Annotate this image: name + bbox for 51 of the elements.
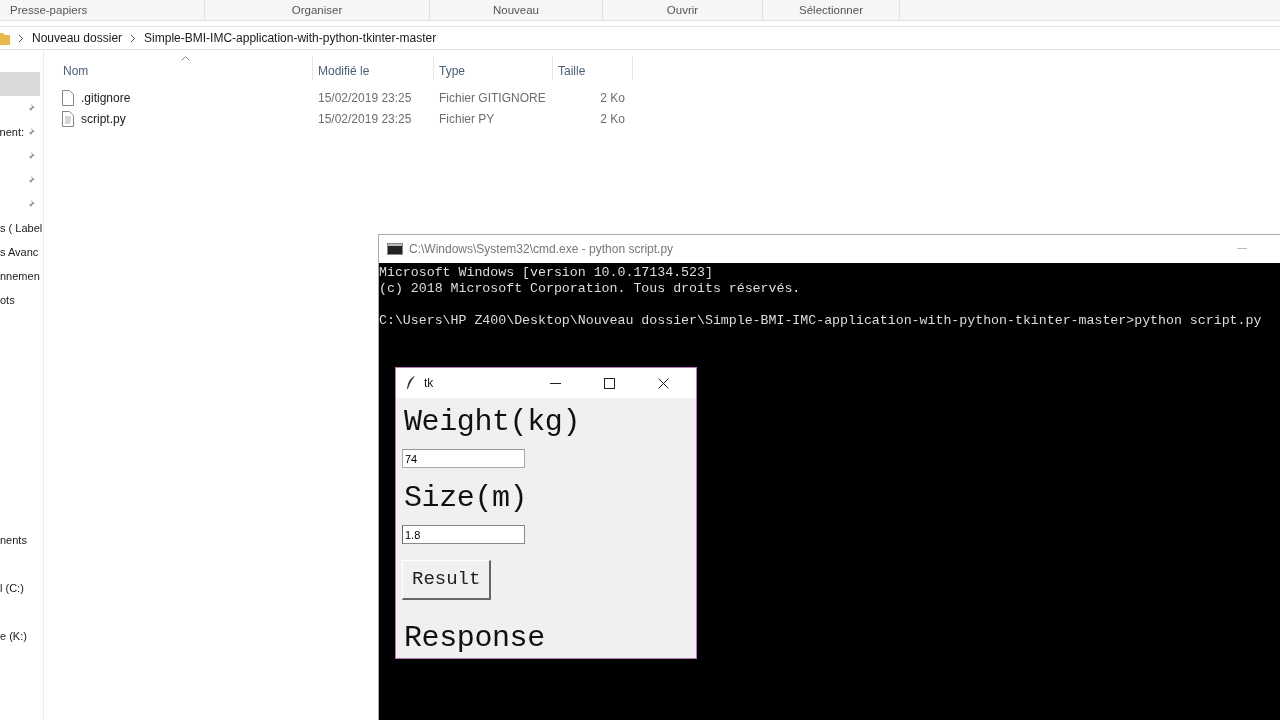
breadcrumb[interactable]: Simple-BMI-IMC-application-with-python-tkinter-master — [144, 29, 437, 47]
ribbon-group-label: Ouvrir — [666, 2, 699, 18]
console-line: Microsoft Windows [version 10.0.17134.523] — [379, 265, 713, 280]
file-type: Fichier GITIGNORE — [438, 89, 547, 107]
nav-item[interactable] — [0, 72, 40, 96]
file-size: 2 Ko — [599, 110, 626, 128]
form-label: Size(m) — [403, 480, 528, 517]
console-icon — [387, 243, 403, 255]
column-header[interactable]: Modifié le — [313, 56, 434, 80]
window-title: C:\Windows\System32\cmd.exe - python script.py — [409, 241, 674, 258]
chevron-icon — [18, 33, 24, 43]
file-modified: 15/02/2019 23:25 — [317, 89, 413, 107]
file-modified: 15/02/2019 23:25 — [317, 110, 413, 128]
ribbon-group-label: Organiser — [291, 2, 343, 18]
nav-item[interactable]: s Avanc — [0, 240, 40, 264]
console-line: (c) 2018 Microsoft Corporation. Tous droits réservés. — [379, 281, 801, 296]
breadcrumb[interactable]: Nouveau dossier — [32, 29, 123, 47]
ribbon-group-label: Sélectionner — [799, 2, 863, 18]
nav-item[interactable]: nents — [0, 528, 40, 552]
result-button[interactable]: Result — [402, 560, 492, 600]
nav-item[interactable]: ots — [0, 288, 40, 312]
nav-item[interactable]: nnemen — [0, 264, 41, 288]
ribbon-group-label: Nouveau — [492, 2, 539, 18]
console-prompt: C:\Users\HP Z400\Desktop\Nouveau dossier\Simple-BMI-IMC-application-with-python-tkinter-master>python script.py — [379, 313, 1262, 328]
form-label: Weight(kg) — [403, 404, 581, 441]
file-name[interactable]: script.py — [81, 109, 126, 128]
file-name[interactable]: .gitignore — [81, 88, 131, 107]
folder-icon — [0, 31, 10, 45]
minimize-icon[interactable] — [549, 382, 561, 384]
window-title: tk — [424, 375, 434, 392]
ribbon-group-label: Presse-papiers — [10, 2, 88, 18]
input-field[interactable]: 74 — [402, 449, 525, 468]
form-label: Response — [403, 619, 545, 657]
text-file-icon — [61, 110, 75, 127]
file-icon — [61, 89, 75, 106]
file-type: Fichier PY — [438, 110, 496, 128]
column-header[interactable]: Taille — [553, 56, 633, 80]
nav-item[interactable]: l (C:) — [0, 576, 40, 600]
maximize-icon[interactable] — [603, 377, 615, 389]
input-field[interactable]: 1.8 — [402, 525, 525, 544]
file-size: 2 Ko — [599, 89, 626, 107]
nav-item[interactable]: e (K:) — [0, 624, 40, 648]
feather-icon — [406, 376, 416, 390]
close-icon[interactable] — [657, 377, 669, 389]
sort-caret-icon — [181, 56, 190, 61]
chevron-icon — [130, 33, 137, 43]
nav-item[interactable]: nent: — [0, 120, 40, 144]
address-bar[interactable]: Nouveau dossier Simple-BMI-IMC-application-with-python-tkinter-master — [0, 26, 1280, 50]
column-header[interactable]: Nom — [58, 56, 313, 80]
column-header[interactable]: Type — [434, 56, 553, 80]
nav-item[interactable]: s ( Label — [0, 216, 44, 240]
